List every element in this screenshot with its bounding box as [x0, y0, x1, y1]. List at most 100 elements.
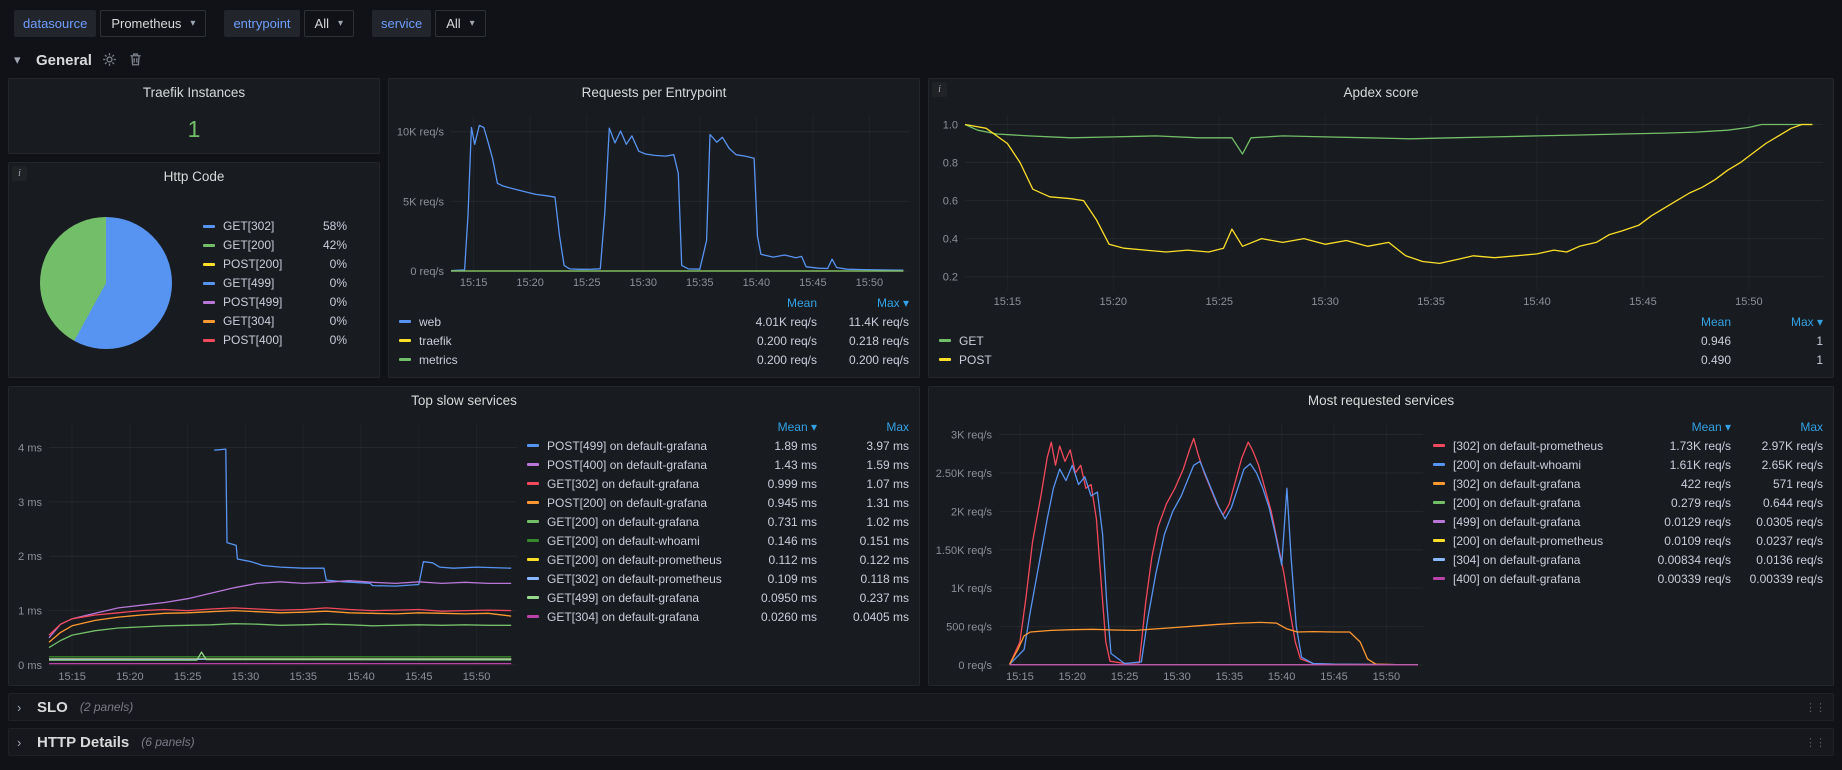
series-name[interactable]: GET[200]: [223, 238, 307, 252]
row-slo[interactable]: › SLO (2 panels) ⋮⋮: [8, 693, 1834, 721]
series-name[interactable]: web: [419, 315, 725, 329]
legend-header: MeanMax ▾: [399, 293, 909, 312]
chevron-down-icon: ▾: [470, 18, 475, 29]
legend-row: [304] on default-grafana0.00834 req/s0.0…: [1433, 550, 1823, 569]
series-name[interactable]: POST[499] on default-grafana: [547, 439, 725, 453]
legend-row: GET[200] on default-grafana0.731 ms1.02 …: [527, 512, 909, 531]
series-value: 0.0405 ms: [817, 610, 909, 624]
top-slow-services-chart[interactable]: 15:1515:2015:2515:3015:3515:4015:4515:50…: [9, 413, 527, 685]
svg-text:5K req/s: 5K req/s: [403, 196, 444, 208]
series-value: 0.200 req/s: [725, 334, 817, 348]
series-name[interactable]: GET[304] on default-grafana: [547, 610, 725, 624]
http-code-pie-chart[interactable]: [40, 217, 172, 349]
svg-text:2K req/s: 2K req/s: [951, 506, 992, 518]
series-name[interactable]: GET[302] on default-prometheus: [547, 572, 725, 586]
svg-text:2 ms: 2 ms: [18, 551, 42, 563]
series-value: 1.73K req/s: [1639, 439, 1731, 453]
series-color-icon: [527, 539, 539, 542]
series-name[interactable]: POST[400] on default-grafana: [547, 458, 725, 472]
series-name[interactable]: [304] on default-grafana: [1453, 553, 1639, 567]
series-color-icon: [527, 501, 539, 504]
series-color-icon: [939, 339, 951, 342]
svg-text:0.6: 0.6: [943, 196, 958, 208]
series-name[interactable]: traefik: [419, 334, 725, 348]
series-name[interactable]: GET[499] on default-grafana: [547, 591, 725, 605]
series-name[interactable]: POST[400]: [223, 333, 307, 347]
series-value: 0.237 ms: [817, 591, 909, 605]
series-name[interactable]: POST[200] on default-grafana: [547, 496, 725, 510]
series-value: 0.999 ms: [725, 477, 817, 491]
variable-dropdown-service[interactable]: All ▾: [435, 10, 485, 37]
svg-text:2.50K req/s: 2.50K req/s: [936, 468, 993, 480]
legend-row: GET[200]42%: [203, 236, 365, 255]
series-color-icon: [527, 577, 539, 580]
series-value: 3.97 ms: [817, 439, 909, 453]
info-icon[interactable]: i: [932, 82, 947, 97]
series-name[interactable]: [302] on default-prometheus: [1453, 439, 1639, 453]
series-name[interactable]: GET[302] on default-grafana: [547, 477, 725, 491]
legend-row: POST[499] on default-grafana1.89 ms3.97 …: [527, 436, 909, 455]
most-requested-services-chart[interactable]: 15:1515:2015:2515:3015:3515:4015:4515:50…: [929, 413, 1433, 685]
row-http-details[interactable]: › HTTP Details (6 panels) ⋮⋮: [8, 728, 1834, 756]
series-name[interactable]: POST[499]: [223, 295, 307, 309]
legend-sort-mean[interactable]: Mean ▾: [1639, 420, 1731, 434]
series-name[interactable]: metrics: [419, 353, 725, 367]
series-value: 0.490: [1639, 353, 1731, 367]
series-value: 2.97K req/s: [1731, 439, 1823, 453]
series-name[interactable]: [302] on default-grafana: [1453, 477, 1639, 491]
legend-row: [302] on default-prometheus1.73K req/s2.…: [1433, 436, 1823, 455]
row-delete-trash-icon[interactable]: [128, 52, 144, 68]
series-color-icon: [1433, 482, 1445, 485]
chevron-down-icon[interactable]: ▾: [14, 52, 26, 68]
series-name[interactable]: GET[200] on default-grafana: [547, 515, 725, 529]
svg-text:0 req/s: 0 req/s: [958, 660, 992, 672]
drag-handle-icon[interactable]: ⋮⋮: [1805, 701, 1825, 714]
series-value: 0.946: [1639, 334, 1731, 348]
series-name[interactable]: [200] on default-whoami: [1453, 458, 1639, 472]
drag-handle-icon[interactable]: ⋮⋮: [1805, 736, 1825, 749]
series-name[interactable]: [400] on default-grafana: [1453, 572, 1639, 586]
variable-dropdown-entrypoint[interactable]: All ▾: [304, 10, 354, 37]
legend-row: [400] on default-grafana0.00339 req/s0.0…: [1433, 569, 1823, 588]
requests-per-entrypoint-chart[interactable]: 15:1515:2015:2515:3015:3515:4015:4515:50…: [389, 105, 919, 291]
series-value: 0.0109 req/s: [1639, 534, 1731, 548]
svg-text:1.0: 1.0: [943, 120, 958, 132]
row-title-general[interactable]: General: [36, 52, 92, 69]
series-color-icon: [527, 558, 539, 561]
legend-header: MeanMax ▾: [939, 312, 1823, 331]
legend-row: [200] on default-prometheus0.0109 req/s0…: [1433, 531, 1823, 550]
series-name[interactable]: POST: [959, 353, 1639, 367]
legend-sort-max[interactable]: Max: [817, 420, 909, 434]
series-name[interactable]: GET[302]: [223, 219, 307, 233]
svg-text:15:15: 15:15: [58, 671, 86, 683]
info-icon[interactable]: i: [12, 166, 27, 181]
series-color-icon: [527, 596, 539, 599]
series-name[interactable]: POST[200]: [223, 257, 307, 271]
row-panel-count: (2 panels): [80, 700, 133, 714]
row-settings-gear-icon[interactable]: [102, 52, 118, 68]
svg-text:15:40: 15:40: [1523, 296, 1551, 308]
series-name[interactable]: [200] on default-prometheus: [1453, 534, 1639, 548]
panel-title: Traefik Instances: [9, 79, 379, 105]
variable-dropdown-datasource[interactable]: Prometheus ▾: [100, 10, 206, 37]
legend-row: GET[304] on default-grafana0.0260 ms0.04…: [527, 607, 909, 626]
series-name[interactable]: GET[304]: [223, 314, 307, 328]
legend-sort-mean[interactable]: Mean: [725, 296, 817, 310]
series-name[interactable]: GET: [959, 334, 1639, 348]
legend-sort-max[interactable]: Max: [1731, 420, 1823, 434]
series-value: 1.31 ms: [817, 496, 909, 510]
legend-sort-mean[interactable]: Mean: [1639, 315, 1731, 329]
apdex-score-chart[interactable]: 15:1515:2015:2515:3015:3515:4015:4515:50…: [929, 105, 1833, 310]
row-title-http-details: HTTP Details: [37, 734, 129, 751]
legend-sort-max[interactable]: Max ▾: [1731, 315, 1823, 329]
legend-sort-mean[interactable]: Mean ▾: [725, 420, 817, 434]
svg-text:1K req/s: 1K req/s: [951, 583, 992, 595]
legend-sort-max[interactable]: Max ▾: [817, 296, 909, 310]
series-name[interactable]: [200] on default-grafana: [1453, 496, 1639, 510]
svg-text:15:20: 15:20: [516, 277, 544, 289]
series-name[interactable]: GET[200] on default-prometheus: [547, 553, 725, 567]
series-name[interactable]: GET[200] on default-whoami: [547, 534, 725, 548]
series-name[interactable]: GET[499]: [223, 276, 307, 290]
series-name[interactable]: [499] on default-grafana: [1453, 515, 1639, 529]
variable-label-service: service: [372, 10, 431, 37]
